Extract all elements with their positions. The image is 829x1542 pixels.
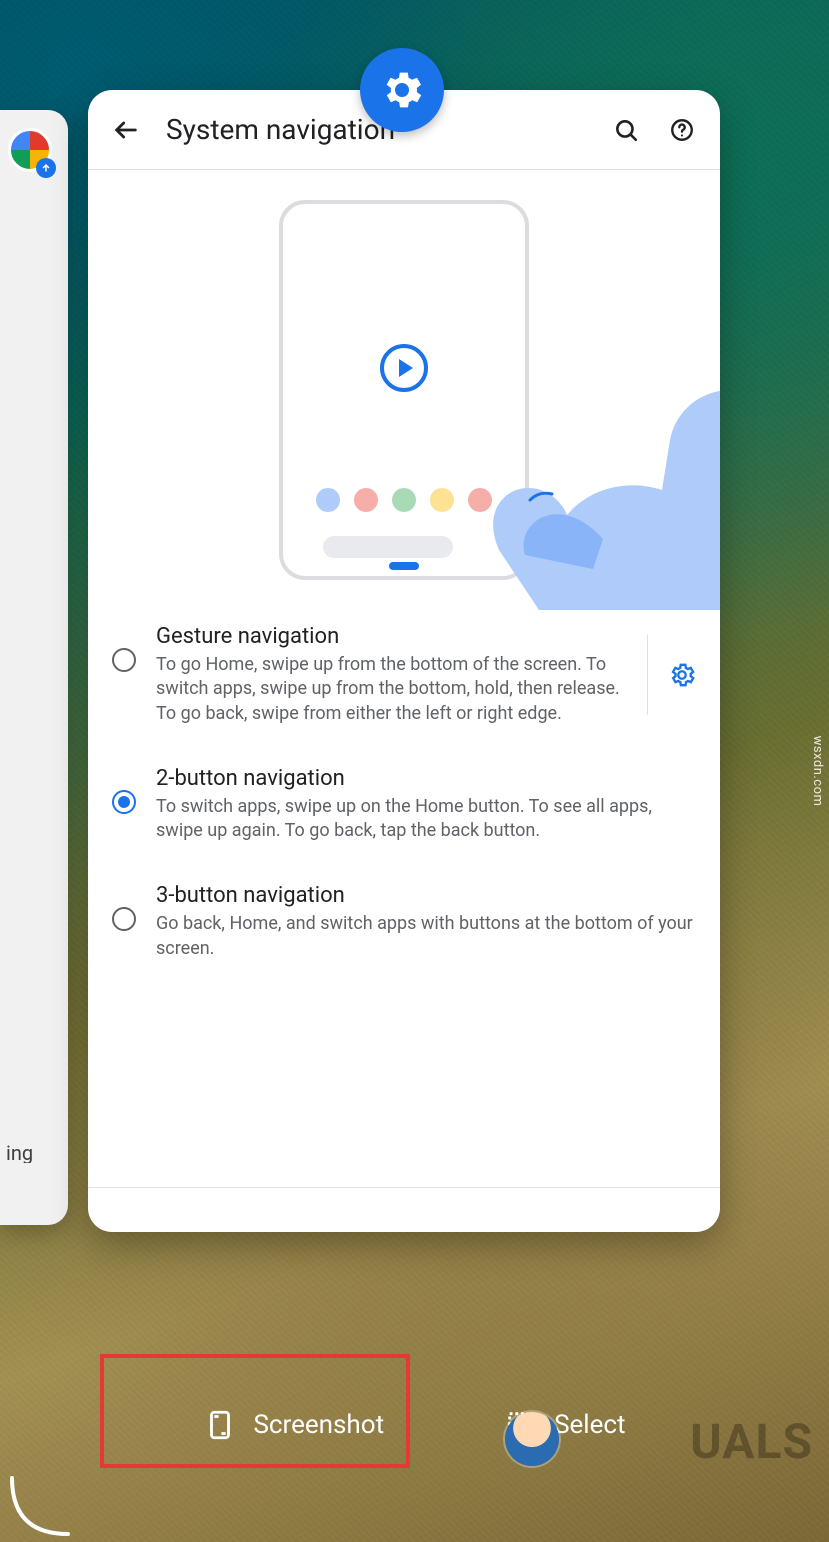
radio-button[interactable] bbox=[112, 648, 136, 672]
help-button[interactable] bbox=[658, 106, 706, 154]
option-gesture-navigation[interactable]: Gesture navigation To go Home, swipe up … bbox=[112, 604, 696, 746]
recent-app-card-settings[interactable]: System navigation bbox=[88, 90, 720, 1232]
watermark-avatar-icon bbox=[505, 1412, 559, 1466]
screenshot-icon bbox=[203, 1408, 237, 1442]
option-title: Gesture navigation bbox=[156, 624, 621, 649]
navigation-options-list: Gesture navigation To go Home, swipe up … bbox=[88, 600, 720, 981]
search-button[interactable] bbox=[602, 106, 650, 154]
option-2-button-navigation[interactable]: 2-button navigation To switch apps, swip… bbox=[112, 746, 696, 864]
option-description: To go Home, swipe up from the bottom of … bbox=[156, 653, 621, 726]
source-watermark: wsxdn.com bbox=[810, 736, 825, 807]
radio-button-selected[interactable] bbox=[112, 790, 136, 814]
hand-illustration bbox=[370, 350, 720, 610]
settings-app-icon bbox=[360, 48, 444, 132]
home-gesture-indicator bbox=[10, 1476, 70, 1536]
option-description: To switch apps, swipe up on the Home but… bbox=[156, 795, 696, 844]
screenshot-label: Screenshot bbox=[253, 1410, 384, 1440]
gear-icon bbox=[668, 661, 696, 689]
arrow-left-icon bbox=[112, 116, 140, 144]
radio-button[interactable] bbox=[112, 907, 136, 931]
help-icon bbox=[669, 117, 695, 143]
left-card-partial-label: ing bbox=[6, 1143, 62, 1163]
screenshot-button[interactable]: Screenshot bbox=[203, 1408, 384, 1442]
option-title: 2-button navigation bbox=[156, 766, 696, 791]
back-button[interactable] bbox=[102, 106, 150, 154]
divider bbox=[88, 1187, 720, 1188]
dot-icon bbox=[316, 488, 340, 512]
option-title: 3-button navigation bbox=[156, 883, 696, 908]
option-3-button-navigation[interactable]: 3-button navigation Go back, Home, and s… bbox=[112, 863, 696, 981]
option-description: Go back, Home, and switch apps with butt… bbox=[156, 912, 696, 961]
watermark-text: UALS bbox=[690, 1413, 813, 1470]
navigation-preview bbox=[88, 170, 720, 600]
select-label: Select bbox=[554, 1410, 625, 1440]
upload-badge-icon bbox=[36, 158, 56, 178]
search-icon bbox=[613, 117, 639, 143]
recent-app-card-left[interactable]: ing bbox=[0, 110, 68, 1225]
option-settings-button[interactable] bbox=[647, 635, 696, 715]
